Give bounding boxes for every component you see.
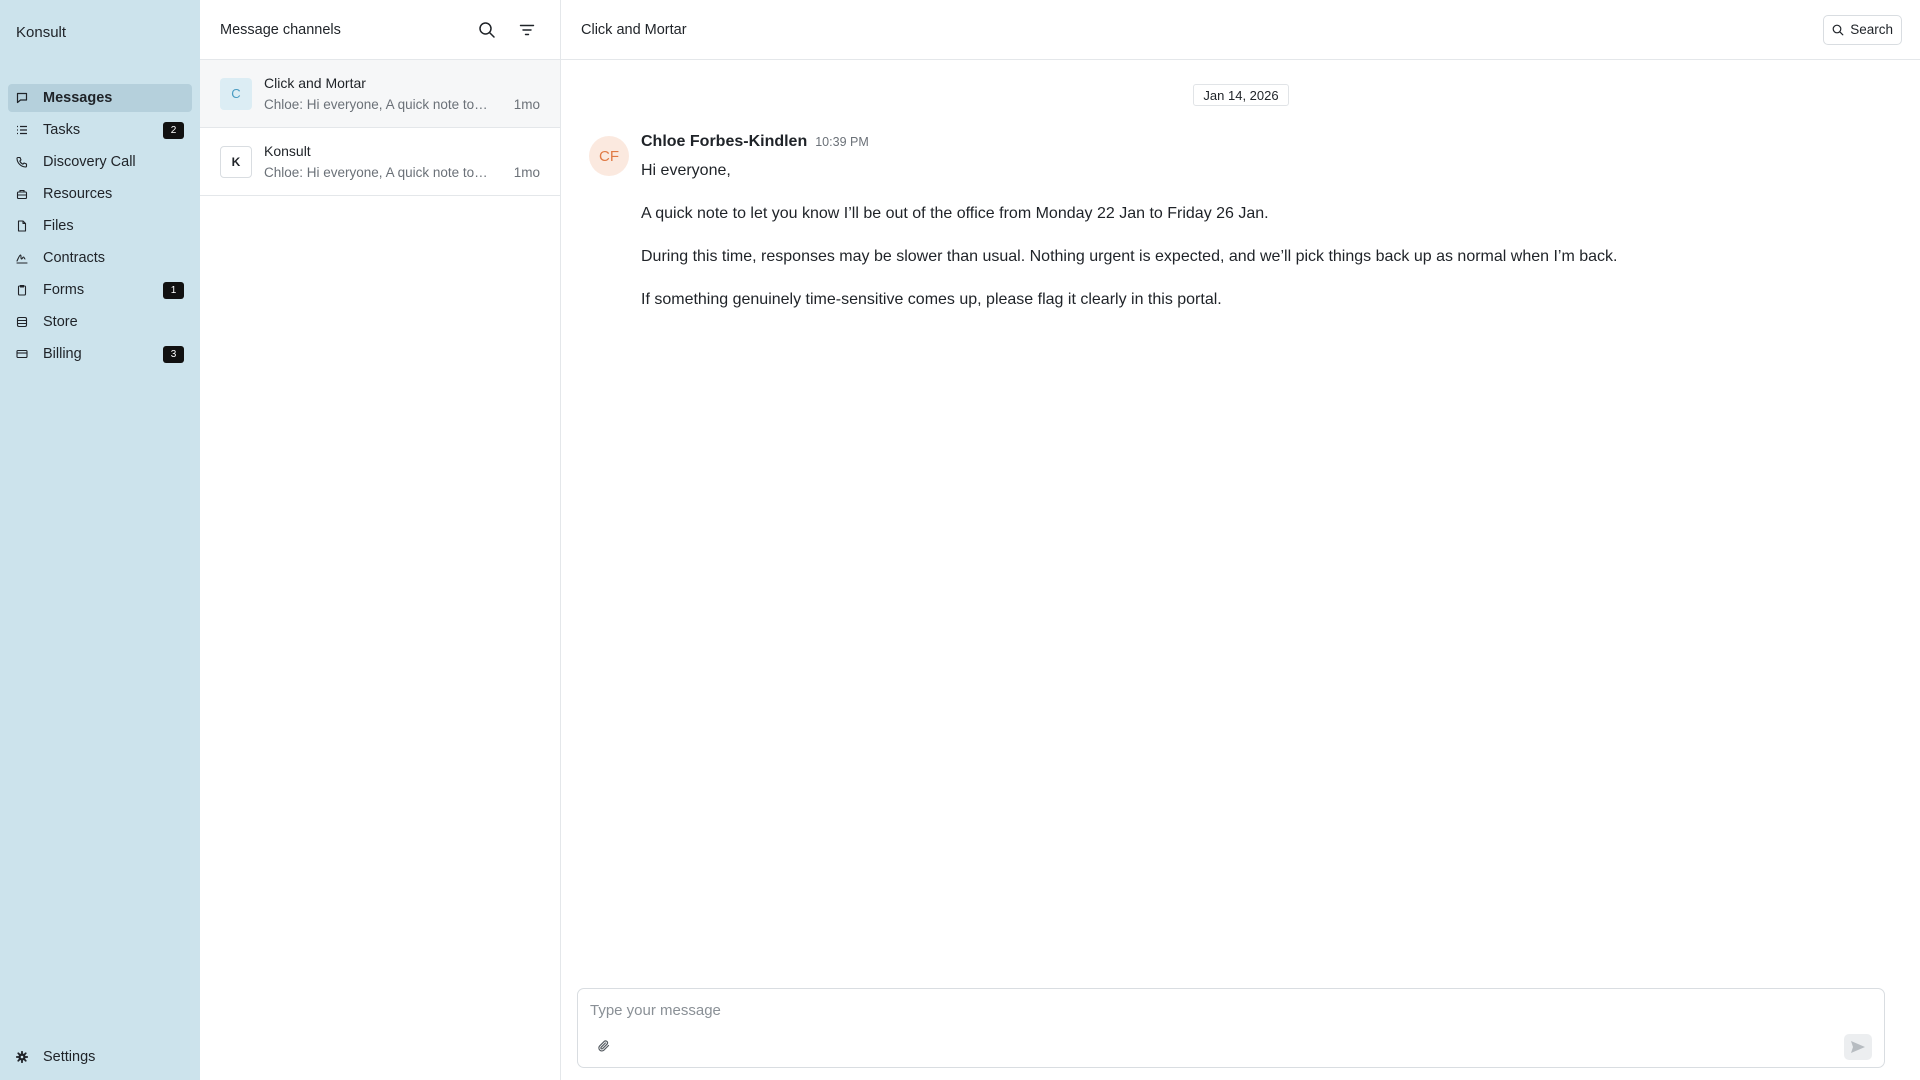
message-icon — [16, 92, 28, 104]
sidebar-item-label: Store — [43, 314, 78, 330]
filter-icon — [519, 24, 535, 35]
signature-icon — [16, 252, 28, 264]
channel-time: 1mo — [513, 97, 540, 112]
filter-channels-button[interactable] — [514, 17, 540, 43]
message-timestamp: 10:39 PM — [815, 135, 869, 149]
sidebar-item-settings[interactable]: Settings — [8, 1043, 192, 1071]
search-icon — [479, 21, 495, 38]
send-button[interactable] — [1844, 1034, 1872, 1060]
channel-list-panel: Message channels C Click and Mortar Chlo… — [200, 0, 561, 1080]
sidebar-item-billing[interactable]: Billing 3 — [8, 340, 192, 368]
search-button-label: Search — [1850, 22, 1893, 37]
attach-button[interactable] — [594, 1036, 614, 1056]
message-body: Hi everyone, A quick note to let you kno… — [641, 161, 1618, 333]
settings-nav: Settings — [8, 1043, 192, 1075]
sidebar-item-discovery-call[interactable]: Discovery Call — [8, 148, 192, 176]
credit-card-icon — [16, 348, 28, 360]
message-line: During this time, responses may be slowe… — [641, 248, 1618, 265]
sidebar-item-label: Discovery Call — [43, 154, 136, 170]
conversation-title: Click and Mortar — [581, 21, 687, 38]
channel-meta: Chloe: Hi everyone, A quick note to let … — [264, 165, 540, 180]
sidebar: Konsult Messages Tasks 2 Discovery Call — [0, 0, 200, 1080]
sidebar-item-label: Messages — [43, 90, 113, 106]
sidebar-item-messages[interactable]: Messages — [8, 84, 192, 112]
search-channels-button[interactable] — [474, 17, 500, 43]
search-icon — [1832, 24, 1844, 35]
sidebar-item-files[interactable]: Files — [8, 212, 192, 240]
billing-count-badge: 3 — [163, 345, 184, 363]
message-header: Chloe Forbes-Kindlen 10:39 PM — [641, 133, 869, 151]
sidebar-item-label: Billing — [43, 346, 82, 362]
channel-meta: Chloe: Hi everyone, A quick note to let … — [264, 97, 540, 112]
sidebar-item-forms[interactable]: Forms 1 — [8, 276, 192, 304]
conversation-header: Click and Mortar Search — [561, 0, 1920, 60]
channel-name: Click and Mortar — [264, 75, 366, 91]
sidebar-item-store[interactable]: Store — [8, 308, 192, 336]
channel-list-header: Message channels — [200, 0, 560, 60]
file-icon — [16, 220, 28, 232]
sidebar-nav: Messages Tasks 2 Discovery Call Resource… — [8, 84, 192, 372]
channel-body: Click and Mortar Chloe: Hi everyone, A q… — [264, 75, 540, 112]
clipboard-icon — [16, 284, 28, 296]
paperclip-icon — [598, 1040, 610, 1052]
channel-preview: Chloe: Hi everyone, A quick note to let … — [264, 97, 488, 112]
message-line: A quick note to let you know I’ll be out… — [641, 205, 1269, 222]
sidebar-item-label: Contracts — [43, 250, 106, 266]
sidebar-item-resources[interactable]: Resources — [8, 180, 192, 208]
phone-icon — [16, 156, 28, 168]
message-author: Chloe Forbes-Kindlen — [641, 133, 808, 150]
sidebar-item-label: Resources — [43, 186, 113, 202]
message-line: Hi everyone, — [641, 162, 731, 179]
app-brand: Konsult — [16, 24, 67, 41]
channel-time: 1mo — [513, 165, 540, 180]
search-messages-button[interactable]: Search — [1823, 14, 1902, 45]
list-icon — [16, 124, 28, 136]
store-icon — [16, 316, 28, 328]
tasks-count-badge: 2 — [163, 121, 184, 139]
message-line: If something genuinely time-sensitive co… — [641, 291, 1222, 308]
date-divider: Jan 14, 2026 — [1193, 84, 1289, 106]
message-composer — [577, 988, 1885, 1068]
channel-name: Konsult — [264, 143, 311, 159]
channel-preview: Chloe: Hi everyone, A quick note to let … — [264, 165, 488, 180]
channel-avatar: K — [220, 145, 252, 178]
channel-item-konsult[interactable]: K Konsult Chloe: Hi everyone, A quick no… — [200, 128, 560, 196]
briefcase-icon — [16, 188, 28, 200]
sidebar-item-label: Files — [43, 218, 74, 234]
sidebar-item-label: Tasks — [43, 122, 81, 138]
send-icon — [1851, 1041, 1865, 1053]
sidebar-item-contracts[interactable]: Contracts — [8, 244, 192, 272]
forms-count-badge: 1 — [163, 281, 184, 299]
channel-list-title: Message channels — [220, 21, 341, 38]
channel-item-click-and-mortar[interactable]: C Click and Mortar Chloe: Hi everyone, A… — [200, 60, 560, 128]
gear-icon — [16, 1051, 28, 1063]
message-input[interactable] — [590, 999, 1790, 1021]
avatar: CF — [589, 136, 629, 176]
channel-avatar: C — [220, 77, 252, 110]
sidebar-item-label: Forms — [43, 282, 85, 298]
sidebar-item-tasks[interactable]: Tasks 2 — [8, 116, 192, 144]
conversation-panel: Click and Mortar Search Jan 14, 2026 CF … — [561, 0, 1920, 1080]
channel-body: Konsult Chloe: Hi everyone, A quick note… — [264, 143, 540, 180]
sidebar-item-label: Settings — [43, 1049, 96, 1065]
